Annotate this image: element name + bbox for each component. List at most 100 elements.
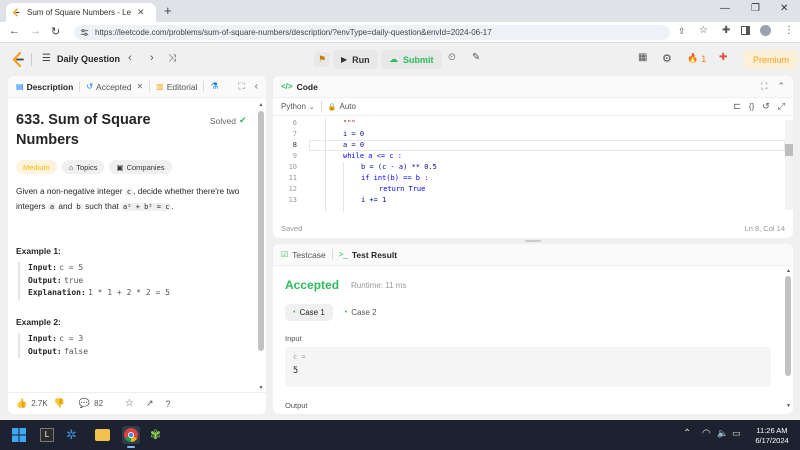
tab-testcase[interactable]: ☑ Testcase [281, 250, 326, 260]
side-panel-icon[interactable] [741, 26, 750, 35]
code-line: 11 if int(b) == b : [273, 173, 785, 184]
scrollbar-thumb[interactable] [785, 144, 793, 156]
wifi-icon[interactable]: ◠ [702, 428, 711, 439]
maximize-panel-icon[interactable]: ⛶ [238, 81, 244, 92]
streak-count: 1 [701, 53, 707, 64]
premium-button[interactable]: Premium [744, 50, 799, 69]
explanation-label: Explanation: [28, 288, 86, 297]
chrome-icon[interactable] [122, 426, 140, 444]
tab-editorial[interactable]: ▥ Editorial [156, 82, 197, 92]
streak-counter[interactable]: 🔥 1 [687, 53, 706, 64]
reset-code-icon[interactable]: ↺ [762, 101, 770, 112]
code-editor[interactable]: 6 """ 7 i = 0 8 a = 0 9 while a <= c : 1… [273, 118, 785, 212]
clock[interactable]: 11:26 AM 6/17/2024 [750, 426, 794, 446]
close-tab-icon[interactable]: ✕ [137, 7, 145, 18]
comment-icon[interactable]: 💬 [79, 398, 90, 409]
tab-description[interactable]: ▤ Description [16, 82, 73, 92]
favorite-star-icon[interactable]: ☆ [125, 398, 134, 409]
close-tab-accepted-icon[interactable]: ✕ [136, 82, 143, 91]
help-icon[interactable]: ? [166, 399, 171, 409]
format-braces-icon[interactable]: {} [749, 102, 754, 111]
collapse-panel-icon[interactable]: ⌃ [777, 81, 785, 92]
notes-icon[interactable]: ✎ [472, 52, 480, 63]
browser-tab[interactable]: Sum of Square Numbers - LeetC ✕ [6, 3, 156, 22]
output-section-label: Output [285, 401, 308, 410]
shuffle-icon[interactable]: ⤨ [168, 53, 176, 64]
problem-tags: Medium ⌂ Topics ▣ Companies [16, 160, 172, 174]
profile-avatar-icon[interactable] [760, 25, 771, 36]
next-problem-icon[interactable]: › [150, 52, 154, 64]
auto-mode-toggle[interactable]: 🔒 Auto [328, 102, 356, 111]
browser-tab-bar: Sum of Square Numbers - LeetC ✕ + — ❐ ✕ [0, 0, 800, 22]
layout-icon[interactable]: ▦ [638, 52, 647, 63]
solutions-flask-icon[interactable]: ⚗ [210, 81, 218, 92]
like-count: 2.7K [31, 399, 48, 408]
auto-label: Auto [339, 102, 356, 111]
fullscreen-editor-icon[interactable]: ⤢ [778, 101, 785, 112]
code-line: 12 return True [273, 184, 785, 195]
debug-icon[interactable]: ⚑ [314, 52, 330, 67]
language-select[interactable]: Python ⌄ [281, 102, 315, 111]
case-1-tab[interactable]: • Case 1 [285, 304, 333, 321]
windows-start-icon[interactable] [12, 428, 26, 442]
address-bar[interactable]: https://leetcode.com/problems/sum-of-squ… [74, 25, 670, 40]
terminal-app-icon[interactable]: L [40, 428, 54, 442]
battery-icon[interactable]: ▭ [732, 428, 741, 439]
tab-code-label[interactable]: Code [297, 82, 318, 92]
code-panel-header: </> Code ⛶ ⌃ [273, 76, 793, 98]
collapse-panel-icon[interactable]: ‹ [255, 81, 258, 92]
result-tabs: ☑ Testcase >_ Test Result [273, 244, 793, 266]
scrollbar-thumb[interactable] [785, 276, 791, 376]
line-number: 6 [292, 119, 297, 127]
history-icon: ↺ [86, 82, 94, 91]
share-icon[interactable]: ⇪ [678, 26, 686, 37]
reload-icon[interactable]: ↻ [51, 25, 60, 38]
vscode-insiders-icon[interactable]: ✲ [66, 427, 77, 443]
editor-scrollbar[interactable] [785, 120, 793, 210]
browser-tab-title: Sum of Square Numbers - LeetC [27, 8, 131, 17]
settings-gear-icon[interactable]: ⚙ [662, 52, 672, 65]
share-link-icon[interactable]: ↗ [146, 398, 154, 409]
daily-question-link[interactable]: ☰ Daily Question [42, 53, 120, 64]
site-info-icon[interactable] [80, 28, 89, 37]
companies-button[interactable]: ▣ Companies [109, 160, 172, 174]
thumbs-up-icon[interactable]: 👍 [16, 398, 27, 409]
code-text: b = (c - a) ** 0.5 [361, 163, 437, 171]
bookmark-icon[interactable]: ⊏ [733, 101, 741, 112]
topics-button[interactable]: ⌂ Topics [61, 160, 105, 174]
submit-button[interactable]: ☁ Submit [381, 50, 442, 69]
statement-text: Given a non-negative integer [16, 186, 123, 196]
panel-resize-handle[interactable] [525, 240, 541, 242]
code-chip: a² + b² = c [121, 203, 172, 211]
browser-menu-icon[interactable]: ⋮ [784, 25, 794, 36]
line-number: 7 [292, 130, 297, 138]
leetcode-logo-icon[interactable] [12, 52, 25, 67]
bookmark-star-icon[interactable]: ☆ [699, 25, 708, 36]
extensions-icon[interactable]: ✚ [722, 25, 730, 36]
tab-accepted[interactable]: ↺ Accepted ✕ [86, 82, 143, 92]
result-scrollbar[interactable]: ▲ ▼ [785, 268, 792, 412]
new-tab-icon[interactable]: + [164, 3, 172, 18]
volume-icon[interactable]: 🔈 [717, 428, 728, 439]
close-window-icon[interactable]: ✕ [780, 3, 788, 14]
check-circle-icon: ✔ [239, 115, 247, 125]
forward-icon[interactable]: → [30, 25, 41, 37]
back-icon[interactable]: ← [9, 25, 20, 37]
minimize-icon[interactable]: — [720, 3, 730, 14]
maximize-icon[interactable]: ❐ [751, 3, 760, 14]
timer-icon[interactable]: ⏲ [448, 52, 456, 63]
pycharm-icon[interactable]: ✾ [150, 427, 161, 443]
code-text: if int(b) == b : [361, 174, 429, 182]
show-hidden-icons[interactable]: ⌃ [683, 428, 691, 439]
maximize-panel-icon[interactable]: ⛶ [761, 81, 767, 92]
prev-problem-icon[interactable]: ‹ [128, 52, 132, 64]
file-explorer-icon[interactable] [95, 429, 110, 441]
description-scrollbar[interactable]: ▲ ▼ [258, 102, 264, 392]
case-2-tab[interactable]: • Case 2 [337, 304, 385, 321]
thumbs-down-icon[interactable]: 👎 [54, 398, 65, 409]
run-button[interactable]: ▶ Run [333, 50, 378, 69]
code-line: 8 a = 0 [273, 140, 785, 151]
store-icon[interactable]: ✚ [719, 52, 727, 63]
scrollbar-thumb[interactable] [258, 111, 264, 351]
tab-test-result[interactable]: >_ Test Result [339, 250, 397, 260]
